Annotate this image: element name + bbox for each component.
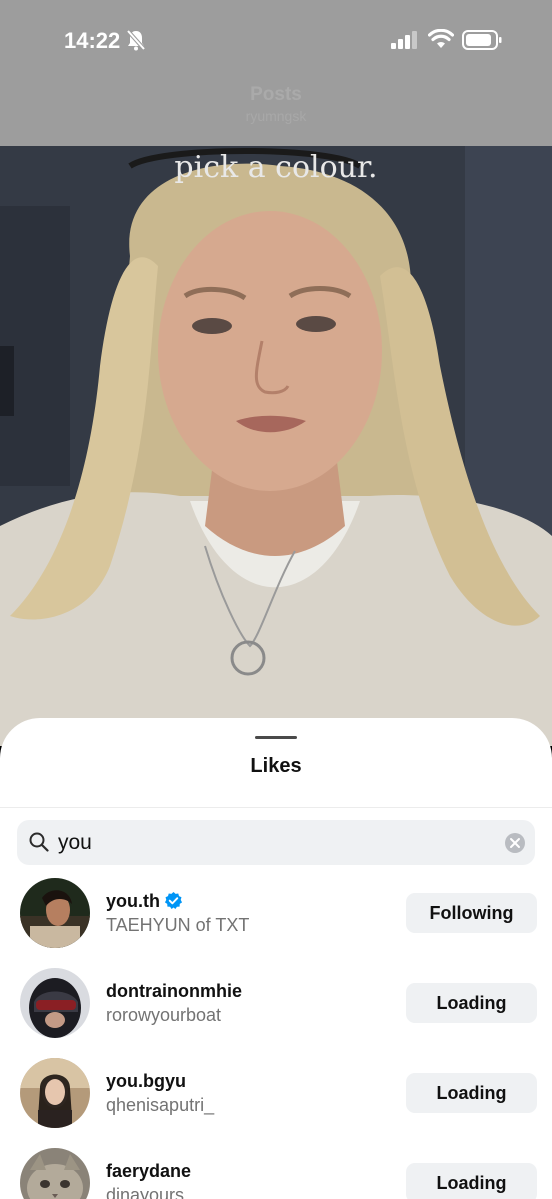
loading-button[interactable]: Loading <box>406 1073 537 1113</box>
sheet-title: Likes <box>250 755 302 777</box>
clear-search-icon[interactable] <box>504 832 526 854</box>
battery-icon <box>462 30 502 50</box>
list-item[interactable]: you.bgyu qhenisaputri_ Loading <box>0 1058 552 1138</box>
video-frame <box>0 146 552 746</box>
likes-sheet: Likes you you.th TAEHYUN of TXT Followin… <box>0 718 552 1199</box>
bell-off-icon <box>126 29 146 51</box>
avatar[interactable] <box>20 1148 90 1199</box>
cellular-signal-icon <box>391 31 417 49</box>
list-item[interactable]: faerydane dinayours Loading <box>0 1148 552 1199</box>
top-bar: 14:22 Posts ryumngsk <box>0 0 552 146</box>
username[interactable]: dontrainonmhie <box>106 981 242 1002</box>
full-name: dinayours <box>106 1185 185 1199</box>
avatar[interactable] <box>20 878 90 948</box>
following-button[interactable]: Following <box>406 893 537 933</box>
list-item[interactable]: dontrainonmhie rorowyourboat Loading <box>0 968 552 1048</box>
loading-button[interactable]: Loading <box>406 983 537 1023</box>
username-text[interactable]: you.th <box>106 891 160 911</box>
video-player[interactable]: pick a colour. <box>0 146 552 746</box>
search-query[interactable]: you <box>58 831 92 855</box>
username[interactable]: you.th <box>106 891 183 912</box>
list-item[interactable]: you.th TAEHYUN of TXT Following <box>0 878 552 958</box>
avatar[interactable] <box>20 1058 90 1128</box>
username[interactable]: you.bgyu <box>106 1071 186 1092</box>
status-time: 14:22 <box>64 28 121 53</box>
page-subtitle: ryumngsk <box>245 108 307 124</box>
loading-button[interactable]: Loading <box>406 1163 537 1199</box>
sheet-grabber[interactable] <box>255 736 297 739</box>
page-title: Posts <box>250 84 302 105</box>
search-input[interactable]: you <box>17 820 535 865</box>
full-name: TAEHYUN of TXT <box>106 915 250 935</box>
wifi-icon <box>428 29 454 48</box>
full-name: rorowyourboat <box>106 1005 222 1025</box>
search-icon <box>29 832 49 852</box>
username[interactable]: faerydane <box>106 1161 191 1182</box>
avatar[interactable] <box>20 968 90 1038</box>
video-caption: pick a colour. <box>174 150 378 185</box>
divider <box>0 807 552 808</box>
verified-badge-icon <box>164 891 183 910</box>
full-name: qhenisaputri_ <box>106 1095 215 1115</box>
